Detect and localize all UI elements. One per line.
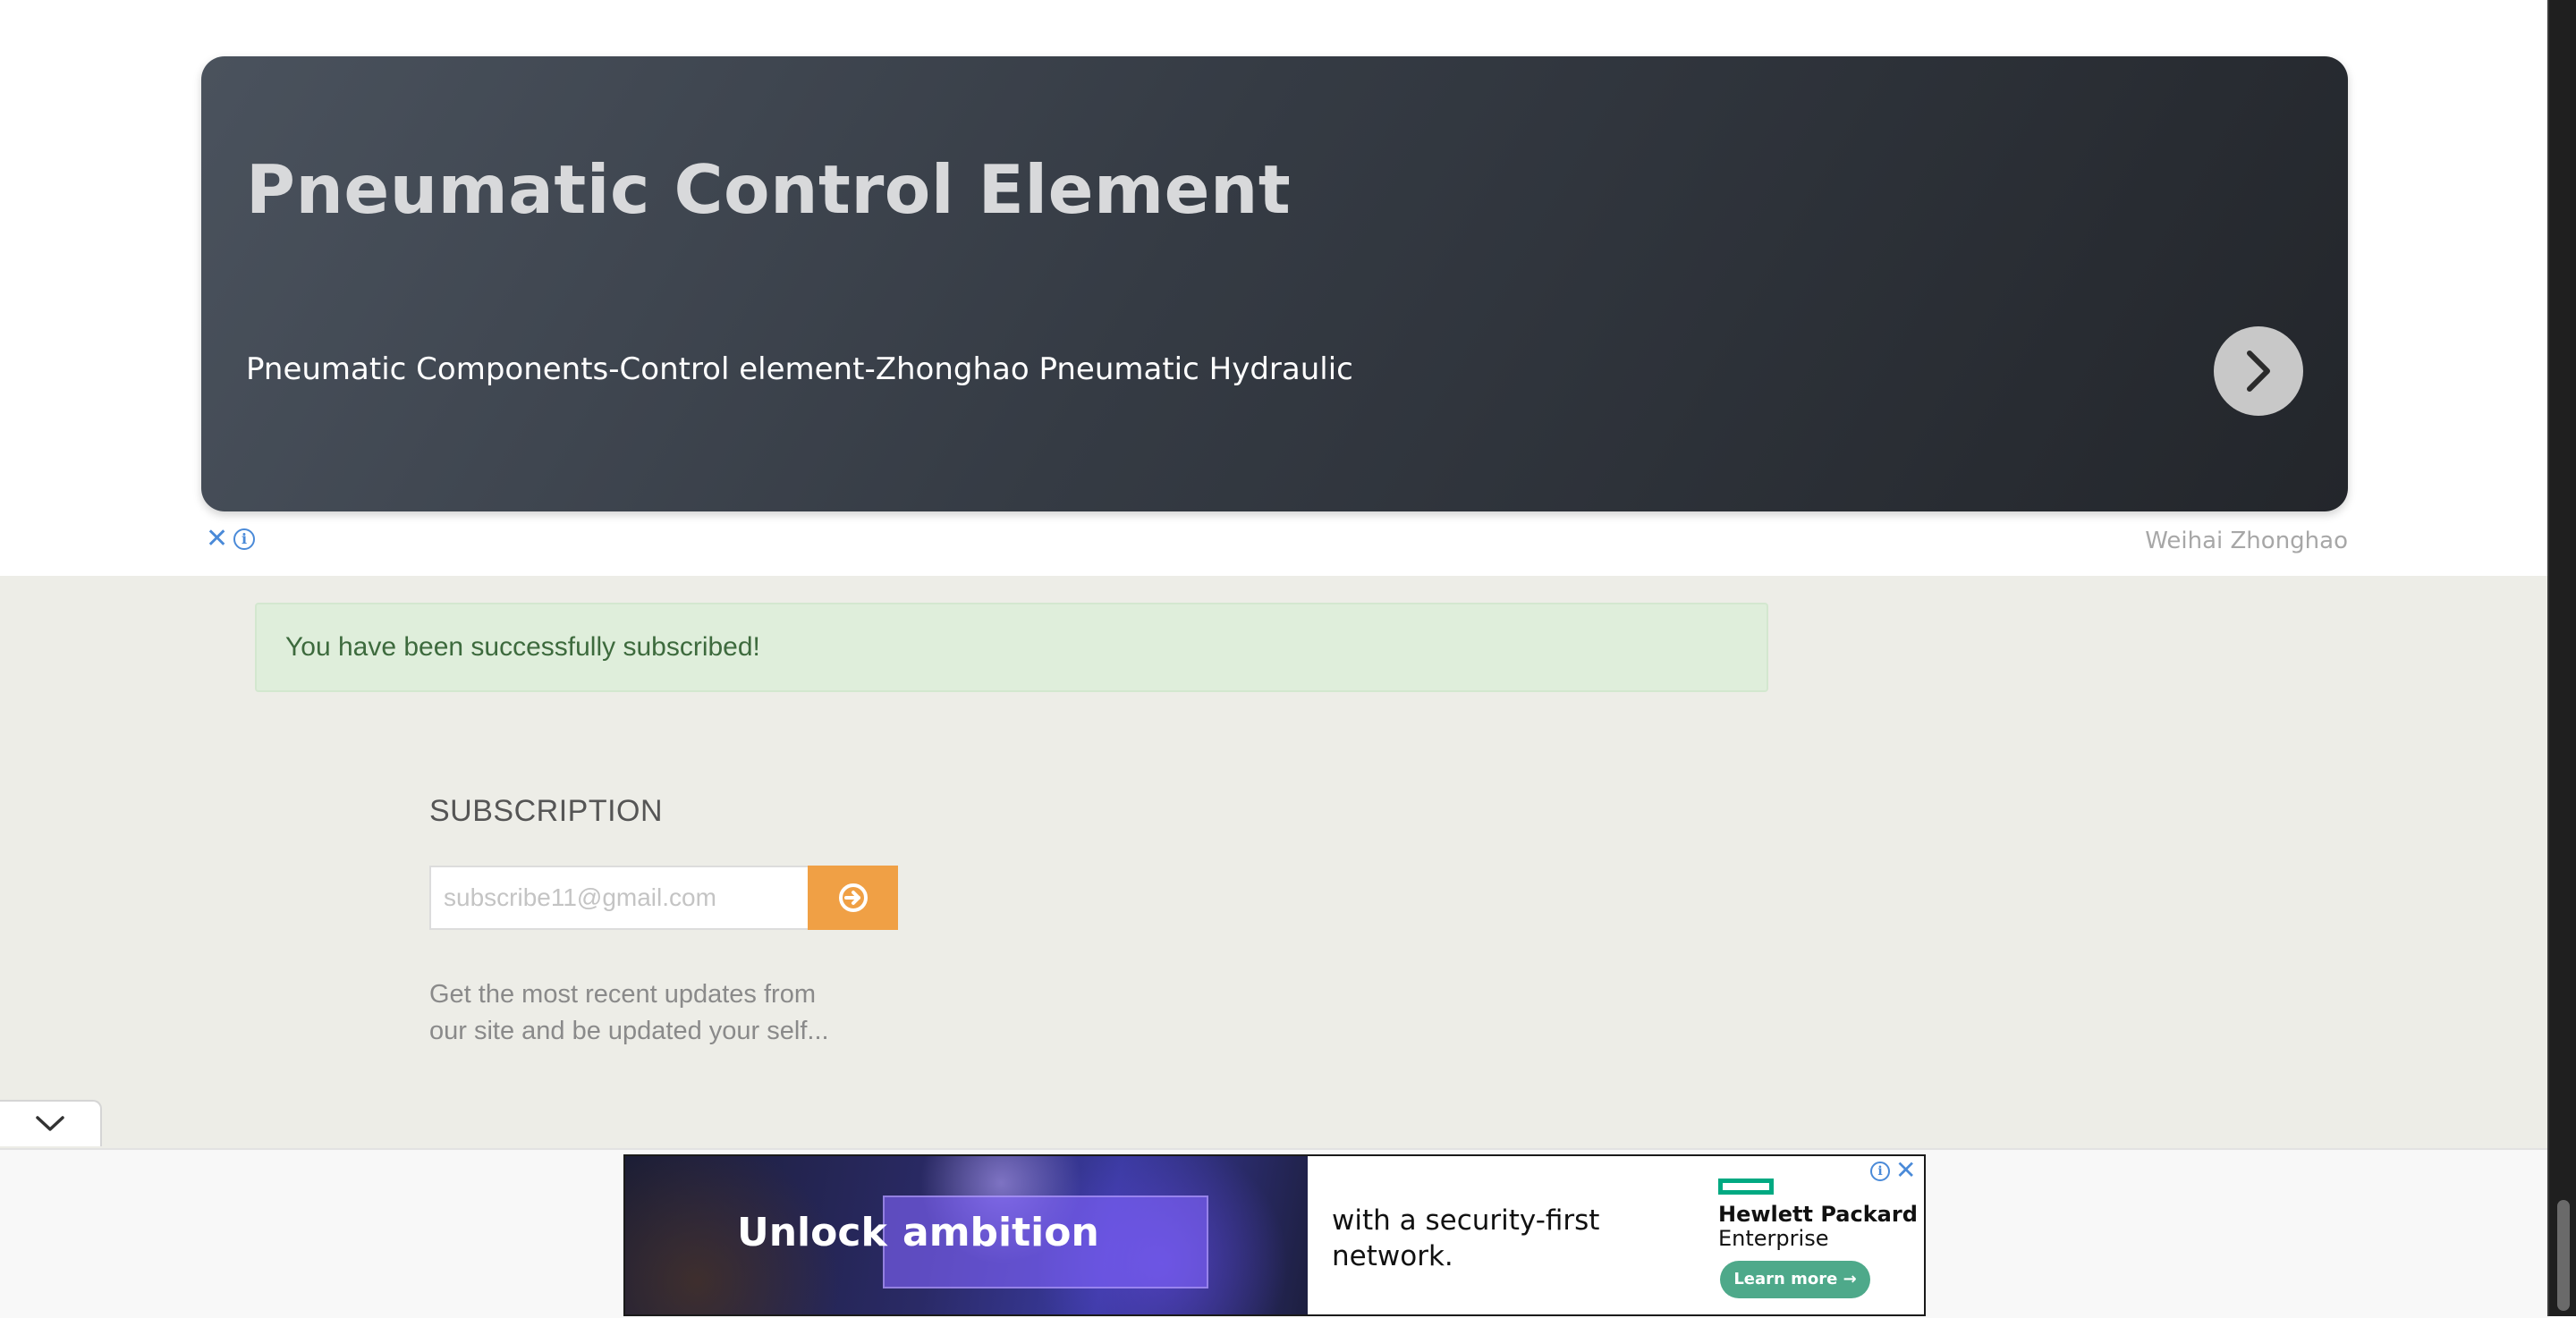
top-ad-subtitle[interactable]: Pneumatic Components-Control element-Zho… (246, 351, 1353, 387)
chevron-down-icon (36, 1116, 64, 1131)
collapse-ad-button[interactable] (0, 1100, 102, 1146)
hpe-brand-name: Hewlett Packard Enterprise (1718, 1203, 1918, 1251)
top-ad-title[interactable]: Pneumatic Control Element (246, 150, 1291, 229)
main-section: You have been successfully subscribed! S… (0, 576, 2549, 1148)
info-icon[interactable]: i (233, 528, 255, 550)
subscription-description-line: our site and be updated your self... (429, 1017, 829, 1045)
bottom-ad-headline-unlock[interactable]: Unlock (737, 1210, 887, 1255)
bottom-ad-tagline-line: network. (1332, 1240, 1453, 1272)
top-ad-next-button[interactable] (2214, 326, 2303, 416)
scrollbar-thumb[interactable] (2557, 1200, 2570, 1311)
hpe-brand-line: Hewlett Packard (1718, 1202, 1918, 1227)
subscription-description-line: Get the most recent updates from (429, 980, 816, 1009)
close-icon[interactable]: ✕ (206, 526, 228, 553)
bottom-ad-tagline[interactable]: with a security-first network. (1332, 1203, 1636, 1274)
subscription-description: Get the most recent updates from our sit… (429, 976, 894, 1050)
learn-more-button[interactable]: Learn more → (1720, 1261, 1870, 1298)
top-ad-advertiser[interactable]: Weihai Zhonghao (2145, 528, 2348, 554)
email-field[interactable] (429, 866, 808, 930)
scrollbar[interactable] (2547, 0, 2576, 1316)
close-icon[interactable]: ✕ (1895, 1158, 1916, 1183)
bottom-ad-banner[interactable]: Unlock ambition with a security-first ne… (623, 1154, 1926, 1316)
hpe-logo (1718, 1179, 1774, 1195)
subscribe-button[interactable] (808, 866, 898, 930)
chevron-right-icon (2247, 351, 2270, 392)
arrow-circle-right-icon (838, 883, 868, 912)
bottom-ad-tagline-line: with a security-first (1332, 1204, 1600, 1237)
hpe-brand-line: Enterprise (1718, 1226, 1829, 1251)
info-icon[interactable]: i (1870, 1162, 1890, 1181)
bottom-ad-headline-ambition[interactable]: ambition (902, 1210, 1099, 1255)
top-ad-card[interactable]: Pneumatic Control Element Pneumatic Comp… (201, 56, 2348, 511)
subscription-heading: SUBSCRIPTION (429, 794, 664, 828)
success-alert: You have been successfully subscribed! (255, 603, 1768, 692)
